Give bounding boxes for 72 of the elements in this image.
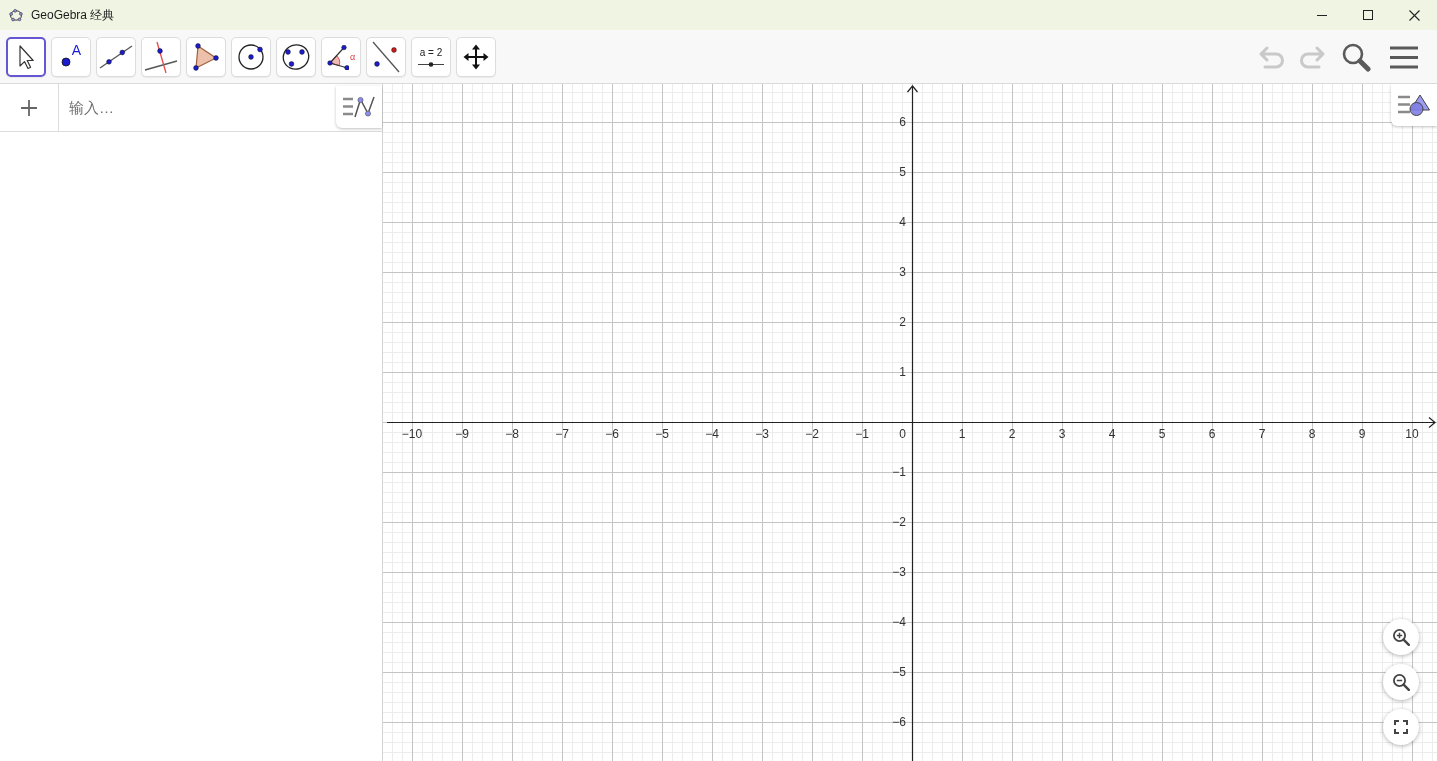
axis-label: −4 — [705, 427, 719, 441]
axis-label: −3 — [892, 565, 906, 579]
axis-label: 1 — [899, 365, 906, 379]
axis-label: −2 — [892, 515, 906, 529]
axis-label: −6 — [605, 427, 619, 441]
point-label: A — [71, 43, 82, 58]
axis-label: 2 — [1008, 427, 1016, 441]
fullscreen-button[interactable] — [1383, 709, 1419, 745]
axis-label: −1 — [892, 465, 906, 479]
axis-label: −2 — [805, 427, 819, 441]
axis-label: 3 — [899, 265, 906, 279]
line-through-points-icon — [99, 44, 133, 70]
lines-shapes-icon — [1398, 93, 1430, 117]
angle-label: α — [349, 52, 356, 62]
slider-icon — [418, 62, 444, 67]
graphics-style-button[interactable] — [1391, 84, 1437, 126]
origin-label: 0 — [899, 427, 906, 441]
four-way-arrow-icon — [463, 44, 489, 70]
tool-button[interactable]: A — [51, 37, 91, 77]
axis-label: 7 — [1258, 427, 1266, 441]
maximize-icon — [1363, 10, 1373, 20]
axis-label: 4 — [899, 215, 906, 229]
axis-label: 8 — [1308, 427, 1316, 441]
axis-label: −8 — [505, 427, 519, 441]
axis-label: −1 — [855, 427, 869, 441]
zoom-in-icon — [1392, 628, 1410, 646]
point-icon — [60, 57, 71, 67]
axis-label: 9 — [1358, 427, 1366, 441]
axis-label: 5 — [899, 165, 906, 179]
zoom-out-button[interactable] — [1383, 664, 1419, 700]
axis-label: −3 — [755, 427, 769, 441]
input-field[interactable]: 输入… — [59, 84, 336, 131]
triangle-icon — [193, 43, 219, 71]
zoom-in-button[interactable] — [1383, 619, 1419, 655]
axis-label: −9 — [455, 427, 469, 441]
axis-label: 5 — [1158, 427, 1166, 441]
redo-icon — [1298, 45, 1326, 69]
axis-label: 3 — [1058, 427, 1066, 441]
undo-icon — [1258, 45, 1286, 69]
axis-label: 1 — [958, 427, 966, 441]
slider-label: a = 2 — [419, 47, 443, 58]
axis-label: 10 — [1405, 427, 1419, 441]
axis-label: −4 — [892, 615, 906, 629]
axis-label: 2 — [899, 315, 906, 329]
fullscreen-icon — [1394, 720, 1408, 734]
close-icon — [1408, 9, 1420, 21]
angle-icon — [326, 44, 349, 70]
cursor-icon — [17, 44, 35, 70]
circle-icon — [238, 44, 264, 70]
axis-label: 6 — [899, 115, 906, 129]
tool-button[interactable]: a = 2 — [411, 37, 451, 77]
ellipse-icon — [282, 43, 310, 71]
zoom-out-icon — [1392, 673, 1410, 691]
search-icon — [1341, 42, 1371, 72]
window-title: GeoGebra 经典 — [31, 6, 115, 24]
axis-label: 4 — [1108, 427, 1116, 441]
perpendicular-lines-icon — [144, 40, 178, 74]
logo-icon — [9, 8, 23, 22]
axis-label: 6 — [1208, 427, 1216, 441]
line-and-points-icon — [371, 41, 401, 73]
tool-button[interactable] — [6, 37, 46, 77]
axis-label: −6 — [892, 715, 906, 729]
menu-icon — [1390, 45, 1418, 69]
tool-button[interactable]: α — [321, 37, 361, 77]
lines-curve-icon — [343, 95, 375, 119]
axis-label: −10 — [401, 427, 423, 441]
axis-label: −7 — [555, 427, 569, 441]
plus-icon — [21, 99, 37, 116]
axis-label: −5 — [655, 427, 669, 441]
axis-label: −5 — [892, 665, 906, 679]
minimize-icon — [1317, 14, 1327, 16]
algebra-style-button[interactable] — [336, 86, 382, 128]
